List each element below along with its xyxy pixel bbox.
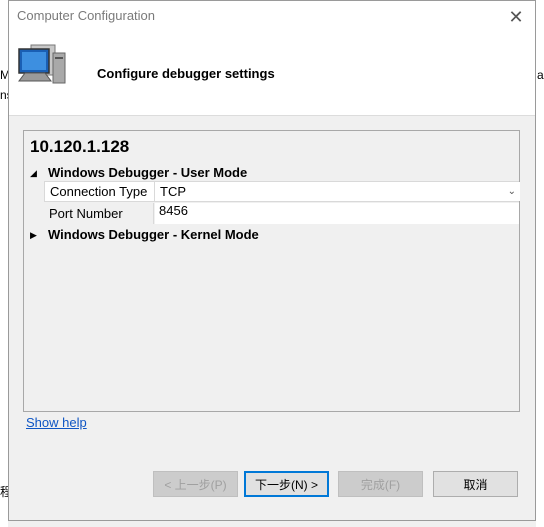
port-number-field[interactable]: 8456 — [155, 203, 519, 224]
category-user-mode[interactable]: ◢ Windows Debugger - User Mode — [30, 165, 247, 180]
cancel-button[interactable]: 取消 — [433, 471, 518, 497]
property-value: TCP — [160, 184, 186, 199]
window-title: Computer Configuration — [17, 8, 156, 23]
chevron-down-icon[interactable]: ⌄ — [508, 182, 516, 201]
background-text: a — [537, 68, 544, 82]
property-name: Port Number — [44, 203, 154, 224]
close-button[interactable]: ✕ — [503, 5, 529, 29]
connection-type-select[interactable]: TCP ⌄ — [156, 182, 520, 201]
configure-debugger-dialog: Computer Configuration ✕ Configure debug… — [8, 0, 536, 521]
category-label: Windows Debugger - User Mode — [48, 165, 248, 180]
finish-button[interactable]: 完成(F) — [338, 471, 423, 497]
category-label: Windows Debugger - Kernel Mode — [48, 227, 259, 242]
collapse-arrow-icon[interactable]: ◢ — [30, 168, 48, 179]
next-button[interactable]: 下一步(N) > — [244, 471, 329, 497]
page-title: Configure debugger settings — [97, 66, 275, 81]
back-button[interactable]: < 上一步(P) — [153, 471, 238, 497]
show-help-link[interactable]: Show help — [26, 415, 87, 430]
wizard-header: Configure debugger settings — [9, 33, 535, 116]
close-icon: ✕ — [508, 6, 524, 27]
property-row-port-number[interactable]: Port Number 8456 — [44, 203, 519, 224]
category-kernel-mode[interactable]: ▶ Windows Debugger - Kernel Mode — [30, 227, 259, 242]
property-name: Connection Type — [45, 182, 155, 201]
computer-monitor-icon — [18, 44, 66, 84]
property-row-connection-type[interactable]: Connection Type TCP ⌄ — [44, 181, 520, 202]
expand-arrow-icon[interactable]: ▶ — [30, 230, 48, 241]
host-address: 10.120.1.128 — [30, 137, 130, 156]
property-grid-panel: 10.120.1.128 ◢ Windows Debugger - User Mo… — [23, 130, 520, 412]
title-bar: Computer Configuration ✕ — [9, 1, 535, 33]
